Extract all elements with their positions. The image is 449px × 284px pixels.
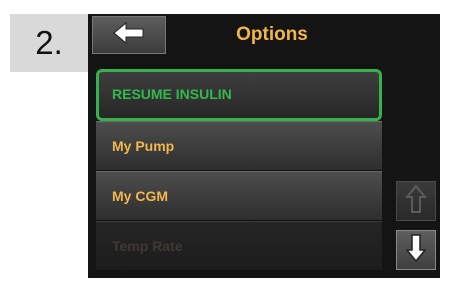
arrow-up-icon (404, 183, 428, 219)
arrow-down-icon (405, 233, 427, 268)
menu-item-my-cgm[interactable]: My CGM (96, 171, 382, 221)
pump-screen: Options RESUME INSULIN My Pump My CGM Te… (88, 14, 440, 278)
arrow-left-icon (112, 21, 146, 50)
options-list: RESUME INSULIN My Pump My CGM Temp Rate (96, 69, 382, 271)
back-button[interactable] (92, 16, 166, 54)
step-number: 2. (35, 24, 63, 61)
scroll-up-button[interactable] (396, 181, 436, 221)
screen-title: Options (236, 24, 308, 45)
menu-item-my-pump[interactable]: My Pump (96, 121, 382, 171)
menu-item-temp-rate[interactable]: Temp Rate (96, 221, 382, 271)
scroll-down-button[interactable] (396, 230, 436, 270)
menu-item-resume-insulin[interactable]: RESUME INSULIN (96, 69, 382, 121)
